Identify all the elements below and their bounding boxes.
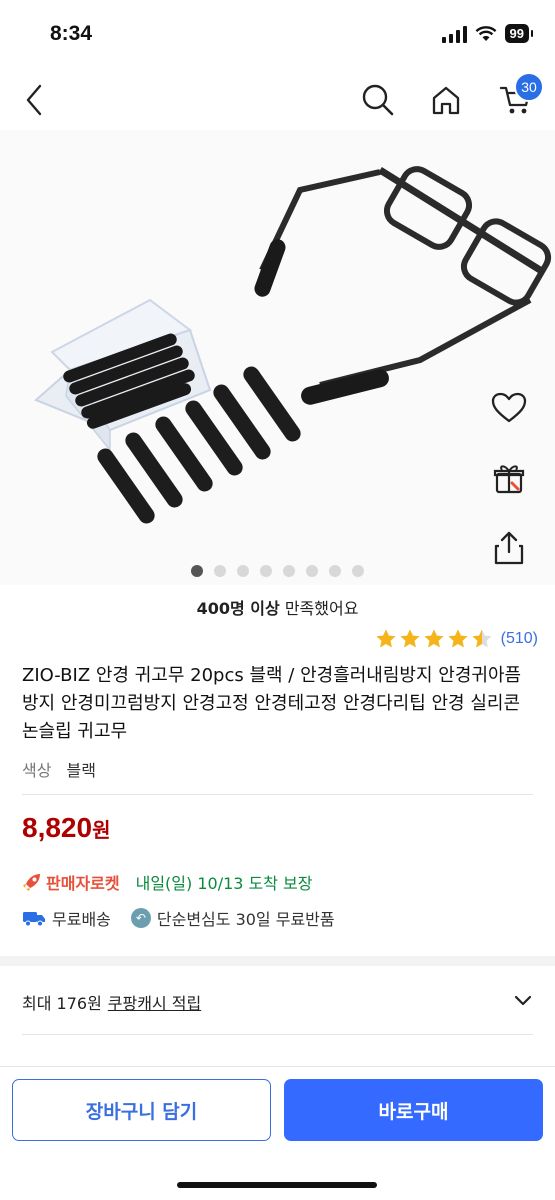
storage-box-graphic — [34, 298, 212, 453]
cashback-prefix: 최대 176원 — [22, 994, 102, 1013]
status-time: 8:34 — [50, 22, 93, 45]
product-price: 8,820원 — [22, 812, 110, 844]
carousel-dot[interactable] — [214, 565, 226, 577]
star-full-icon — [424, 629, 444, 648]
signal-icon — [441, 25, 467, 43]
star-half-icon — [472, 629, 492, 648]
delivery-info: 판매자로켓 내일(일) 10/13 도착 보장 — [22, 870, 313, 894]
star-full-icon — [448, 629, 468, 648]
divider — [22, 1034, 533, 1035]
option-label: 색상 — [22, 761, 52, 780]
carousel-dot[interactable] — [191, 565, 203, 577]
search-icon — [362, 84, 394, 116]
carousel-dot[interactable] — [306, 565, 318, 577]
home-button[interactable] — [424, 78, 468, 122]
add-to-cart-button[interactable]: 장바구니 담기 — [12, 1079, 271, 1141]
carousel-dot[interactable] — [237, 565, 249, 577]
satisfaction-label: 만족했어요 — [284, 599, 359, 618]
product-photo — [34, 166, 552, 524]
free-returns: 단순변심도 30일 무료반품 — [156, 910, 335, 929]
search-button[interactable] — [356, 78, 400, 122]
gift-icon — [493, 465, 525, 494]
wishlist-button[interactable] — [489, 388, 529, 428]
carousel-dot[interactable] — [352, 565, 364, 577]
home-indicator — [177, 1182, 377, 1188]
share-button[interactable] — [489, 528, 529, 568]
home-icon — [432, 86, 460, 115]
shipping-info: 무료배송 ↶ 단순변심도 30일 무료반품 — [22, 906, 335, 930]
satisfaction-text: 400명 이상 만족했어요 — [0, 595, 555, 619]
cart-button[interactable]: 30 — [494, 72, 544, 122]
rating[interactable]: (510) — [375, 628, 538, 650]
side-actions — [489, 388, 529, 568]
satisfaction-count: 400명 이상 — [196, 599, 280, 618]
gift-button[interactable] — [489, 458, 529, 498]
product-image[interactable] — [0, 130, 555, 585]
option-value: 블랙 — [66, 761, 96, 780]
carousel-dots — [0, 565, 555, 577]
cashback-link[interactable]: 쿠팡캐시 적립 — [108, 990, 201, 1014]
delivery-date: 내일(일) 10/13 도착 보장 — [135, 874, 313, 893]
mounted-tips — [254, 239, 389, 405]
carousel-dot[interactable] — [283, 565, 295, 577]
price-value: 8,820 — [22, 812, 93, 843]
rating-stars — [375, 628, 493, 650]
seller-rocket-badge: 판매자로켓 — [46, 874, 120, 893]
cart-count-badge: 30 — [514, 72, 544, 102]
chevron-down-icon[interactable] — [513, 990, 533, 1010]
buy-now-button[interactable]: 바로구매 — [284, 1079, 543, 1141]
back-icon — [26, 84, 42, 116]
carousel-dot[interactable] — [329, 565, 341, 577]
free-shipping: 무료배송 — [52, 910, 111, 929]
star-full-icon — [400, 629, 420, 648]
battery-icon: 99 — [504, 24, 534, 43]
heart-icon — [491, 392, 527, 423]
status-bar: 8:34 99 — [0, 0, 555, 70]
bottom-action-bar: 장바구니 담기 바로구매 — [0, 1066, 555, 1200]
price-unit: 원 — [92, 818, 111, 842]
wifi-icon — [475, 26, 496, 41]
return-icon: ↶ — [130, 908, 151, 928]
product-title: ZIO-BIZ 안경 귀고무 20pcs 블랙 / 안경흘러내림방지 안경귀아픔… — [22, 665, 522, 742]
rocket-icon — [23, 874, 40, 891]
divider — [22, 794, 533, 795]
section-gap — [0, 956, 555, 966]
option-row[interactable]: 색상 블랙 — [22, 757, 96, 781]
eyeglasses-graphic — [259, 166, 552, 388]
cashback-row[interactable]: 최대 176원 쿠팡캐시 적립 — [22, 980, 537, 1024]
back-button[interactable] — [12, 78, 56, 122]
carousel-dot[interactable] — [260, 565, 272, 577]
status-icons: 99 — [441, 24, 534, 43]
share-icon — [494, 531, 524, 565]
truck-icon — [23, 912, 45, 927]
star-full-icon — [376, 629, 396, 648]
review-count[interactable]: (510) — [501, 630, 538, 648]
nav-bar: 30 — [0, 70, 555, 130]
